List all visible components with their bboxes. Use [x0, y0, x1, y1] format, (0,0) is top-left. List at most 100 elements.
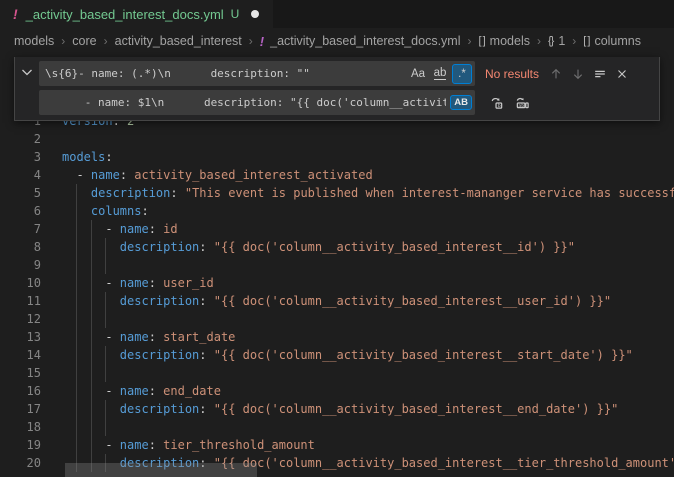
indent-guide: [76, 418, 77, 436]
breadcrumb: models›core›activity_based_interest›!_ac…: [0, 28, 674, 54]
yaml-file-icon: !: [13, 6, 18, 22]
code-line[interactable]: 12: [0, 310, 674, 328]
breadcrumb-item-activity_based_interest[interactable]: activity_based_interest: [115, 34, 242, 48]
indent-guide: [76, 310, 77, 328]
breadcrumb-label: models: [490, 34, 530, 48]
indent-guide: [91, 274, 92, 292]
breadcrumb-item-_activity_based_interest_docs.yml[interactable]: !_activity_based_interest_docs.yml: [260, 34, 461, 49]
indent-guide: [76, 382, 77, 400]
code-line-text: [62, 256, 674, 274]
code-line[interactable]: 14 description: "{{ doc('column__activit…: [0, 346, 674, 364]
indent-guide: [76, 292, 77, 310]
preserve-case-toggle[interactable]: AB: [450, 95, 472, 110]
find-in-selection-button[interactable]: [589, 63, 611, 85]
indent-guide: [76, 274, 77, 292]
breadcrumb-label: activity_based_interest: [115, 34, 242, 48]
indent-guide: [76, 202, 77, 220]
horizontal-scrollbar-thumb[interactable]: [65, 463, 257, 477]
indent-guide: [105, 418, 106, 436]
line-number: 14: [0, 346, 62, 364]
code-line[interactable]: 17 description: "{{ doc('column__activit…: [0, 400, 674, 418]
code-line-text: columns:: [62, 202, 674, 220]
indent-guide: [91, 400, 92, 418]
svg-text:b: b: [497, 103, 500, 109]
find-input-value: \s{6}- name: (.*)\n description: "": [45, 67, 406, 80]
breadcrumb-label: columns: [594, 34, 641, 48]
replace-input[interactable]: - name: $1\n description: "{{ doc('colum…: [39, 90, 475, 115]
indent-guide: [76, 328, 77, 346]
toggle-replace-chevron-icon[interactable]: [15, 61, 39, 83]
find-input[interactable]: \s{6}- name: (.*)\n description: "" Aa a…: [39, 61, 475, 86]
breadcrumb-item-columns[interactable]: [ ]columns: [583, 34, 641, 48]
next-match-button[interactable]: [567, 63, 589, 85]
indent-guide: [105, 292, 106, 310]
line-number: 6: [0, 202, 62, 220]
line-number: 7: [0, 220, 62, 238]
previous-match-button[interactable]: [545, 63, 567, 85]
code-line-text: - name: id: [62, 220, 674, 238]
code-line[interactable]: 10 - name: user_id: [0, 274, 674, 292]
whole-word-toggle[interactable]: ab: [430, 64, 450, 84]
code-line[interactable]: 9: [0, 256, 674, 274]
regex-toggle[interactable]: .*: [452, 64, 472, 84]
indent-guide: [76, 238, 77, 256]
code-line[interactable]: 18: [0, 418, 674, 436]
indent-guide: [91, 328, 92, 346]
code-lines: 1version: 223models:4 - name: activity_b…: [0, 112, 674, 472]
code-line[interactable]: 15: [0, 364, 674, 382]
match-case-toggle[interactable]: Aa: [408, 64, 428, 84]
replace-all-button[interactable]: ab: [511, 92, 533, 114]
code-line[interactable]: 3models:: [0, 148, 674, 166]
indent-guide: [76, 220, 77, 238]
line-number: 4: [0, 166, 62, 184]
indent-guide: [91, 418, 92, 436]
code-line[interactable]: 13 - name: start_date: [0, 328, 674, 346]
code-line-text: - name: activity_based_interest_activate…: [62, 166, 674, 184]
code-line[interactable]: 5 description: "This event is published …: [0, 184, 674, 202]
breadcrumb-label: core: [72, 34, 96, 48]
indent-guide: [76, 400, 77, 418]
code-line-text: - name: user_id: [62, 274, 674, 292]
line-number: 9: [0, 256, 62, 274]
code-line[interactable]: 11 description: "{{ doc('column__activit…: [0, 292, 674, 310]
indent-guide: [91, 382, 92, 400]
line-number: 8: [0, 238, 62, 256]
indent-guide: [91, 238, 92, 256]
code-line-text: - name: start_date: [62, 328, 674, 346]
yaml-symbol-icon: !: [260, 34, 264, 49]
line-number: 2: [0, 130, 62, 148]
code-line-text: [62, 418, 674, 436]
line-number: 20: [0, 454, 62, 472]
breadcrumb-item-models[interactable]: models: [14, 34, 54, 48]
indent-guide: [105, 256, 106, 274]
indent-guide: [91, 346, 92, 364]
breadcrumb-label: models: [14, 34, 54, 48]
breadcrumb-item-1[interactable]: {}1: [548, 34, 565, 48]
breadcrumb-item-core[interactable]: core: [72, 34, 96, 48]
git-untracked-badge: U: [231, 7, 240, 21]
code-line[interactable]: 16 - name: end_date: [0, 382, 674, 400]
code-line-text: [62, 130, 674, 148]
indent-guide: [105, 346, 106, 364]
line-number: 15: [0, 364, 62, 382]
indent-guide: [91, 292, 92, 310]
replace-input-value: - name: $1\n description: "{{ doc('colum…: [45, 96, 446, 109]
code-line-text: description: "{{ doc('column__activity_b…: [62, 238, 674, 256]
code-line[interactable]: 2: [0, 130, 674, 148]
replace-one-button[interactable]: b: [485, 92, 507, 114]
unsaved-changes-dot-icon[interactable]: [251, 10, 259, 18]
code-line[interactable]: 6 columns:: [0, 202, 674, 220]
code-line[interactable]: 4 - name: activity_based_interest_activa…: [0, 166, 674, 184]
code-line[interactable]: 19 - name: tier_threshold_amount: [0, 436, 674, 454]
indent-guide: [91, 256, 92, 274]
code-line[interactable]: 8 description: "{{ doc('column__activity…: [0, 238, 674, 256]
tab-active-file[interactable]: ! _activity_based_interest_docs.yml U: [0, 0, 273, 28]
code-line[interactable]: 7 - name: id: [0, 220, 674, 238]
code-line-text: - name: end_date: [62, 382, 674, 400]
array-symbol-icon: [ ]: [479, 35, 485, 47]
close-find-widget-button[interactable]: [611, 63, 633, 85]
object-symbol-icon: {}: [548, 35, 553, 47]
breadcrumb-item-models[interactable]: [ ] models: [479, 34, 530, 48]
line-number: 19: [0, 436, 62, 454]
code-line-text: description: "{{ doc('column__activity_b…: [62, 400, 674, 418]
